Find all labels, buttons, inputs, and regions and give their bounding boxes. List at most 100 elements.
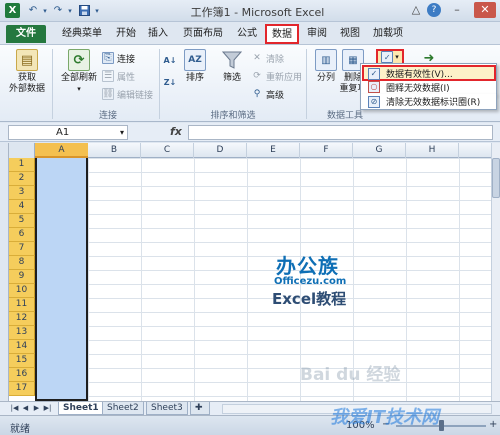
filter-label: 筛选: [222, 73, 241, 83]
customize-toolbar-icon[interactable]: ▾: [93, 3, 101, 18]
status-ready: 就绪: [10, 424, 30, 435]
menu-item-label: 数据有效性(V)...: [386, 70, 453, 80]
circle-invalid-icon: ○: [368, 81, 380, 93]
redo-dropdown-icon[interactable]: ▾: [66, 3, 74, 18]
insert-sheet-icon[interactable]: ✚: [190, 402, 210, 415]
column-header[interactable]: H: [406, 143, 459, 158]
tab-view[interactable]: 视图: [336, 25, 364, 43]
column-header-selected[interactable]: A: [35, 143, 88, 158]
sheet-tab-sheet1[interactable]: Sheet1: [58, 402, 104, 415]
row-header[interactable]: 4: [9, 200, 35, 214]
undo-dropdown-icon[interactable]: ▾: [41, 3, 49, 18]
refresh-dropdown-icon[interactable]: ▾: [77, 84, 81, 95]
row-header[interactable]: 14: [9, 340, 35, 354]
tab-add-ins[interactable]: 加载项: [369, 25, 407, 43]
menu-item-data-validation[interactable]: ✓ 数据有效性(V)...: [361, 66, 496, 81]
column-header[interactable]: B: [88, 143, 141, 158]
column-header[interactable]: D: [194, 143, 247, 158]
row-header[interactable]: 13: [9, 326, 35, 340]
tab-formulas[interactable]: 公式: [233, 25, 261, 43]
refresh-all-button[interactable]: ⟳ 全部刷新 ▾: [58, 49, 100, 95]
minimize-button[interactable]: –: [446, 2, 468, 18]
row-header[interactable]: 5: [9, 214, 35, 228]
menu-item-label: 圈释无效数据(I): [386, 83, 450, 94]
last-sheet-icon[interactable]: ▶|: [43, 403, 52, 414]
ribbon-collapse-icon[interactable]: △: [405, 2, 427, 18]
save-icon[interactable]: [78, 3, 90, 18]
vertical-scroll-thumb[interactable]: [492, 158, 500, 198]
zoom-slider-thumb[interactable]: [439, 420, 444, 431]
text-to-columns-icon: ▥: [315, 49, 337, 71]
help-icon[interactable]: ?: [427, 3, 441, 17]
zoom-in-icon[interactable]: +: [489, 419, 497, 430]
row-header[interactable]: 9: [9, 270, 35, 284]
prev-sheet-icon[interactable]: ◀: [21, 403, 30, 414]
tab-insert[interactable]: 插入: [144, 25, 172, 43]
worksheet-grid[interactable]: B C D E F G H A 1 2 3 4 5 6 7 8 9 10 11 …: [8, 143, 491, 401]
window-title: 工作簿1 - Microsoft Excel: [190, 6, 325, 19]
cells-area[interactable]: [35, 158, 491, 401]
formula-input[interactable]: [188, 125, 493, 140]
tab-file[interactable]: 文件: [6, 25, 46, 43]
excel-logo-icon: X: [5, 3, 20, 18]
filter-icon: [221, 49, 243, 71]
menu-item-clear-circles[interactable]: ⊘ 清除无效数据标识圈(R): [360, 94, 497, 110]
data-validation-icon: ✓: [368, 67, 380, 80]
reapply-button[interactable]: ⟳ 重新应用: [251, 69, 302, 83]
refresh-all-label: 全部刷新: [60, 73, 97, 83]
tab-data[interactable]: 数据: [265, 24, 299, 44]
redo-icon[interactable]: ↷: [52, 3, 64, 18]
column-header[interactable]: E: [247, 143, 300, 158]
tab-page-layout[interactable]: 页面布局: [178, 25, 228, 43]
row-header[interactable]: 7: [9, 242, 35, 256]
row-header[interactable]: 6: [9, 228, 35, 242]
filter-button[interactable]: 筛选: [218, 49, 246, 84]
undo-icon[interactable]: ↶: [27, 3, 39, 18]
tab-classic-menu[interactable]: 经典菜单: [57, 25, 107, 43]
close-button[interactable]: ✕: [474, 2, 496, 18]
clear-button[interactable]: ✕ 清除: [251, 51, 284, 65]
row-header[interactable]: 17: [9, 382, 35, 396]
next-sheet-icon[interactable]: ▶: [32, 403, 41, 414]
excel-window: X ↶ ▾ ↷ ▾ ▾ 工作簿1 - Microsoft Excel △ ? –…: [0, 0, 500, 435]
sort-za-button[interactable]: Z↓: [163, 75, 180, 89]
advanced-button[interactable]: ⚲ 高级: [251, 87, 284, 101]
get-external-data-button[interactable]: ▤ 获取 外部数据: [6, 49, 48, 95]
edit-links-button[interactable]: ⛓ 编辑链接: [102, 87, 153, 101]
row-header[interactable]: 1: [9, 158, 35, 172]
connections-icon: ⎘: [102, 52, 114, 64]
text-to-columns-button[interactable]: ▥ 分列: [312, 49, 340, 84]
menu-item-circle-invalid[interactable]: ○ 圈释无效数据(I): [361, 80, 496, 94]
sheet-tab-sheet2[interactable]: Sheet2: [102, 402, 144, 415]
sort-az-button[interactable]: A↓: [163, 53, 180, 67]
tab-home[interactable]: 开始: [112, 25, 140, 43]
sort-button[interactable]: AZ 排序: [182, 49, 208, 84]
name-box[interactable]: A1 ▾: [8, 125, 128, 140]
first-sheet-icon[interactable]: |◀: [10, 403, 19, 414]
insert-function-icon[interactable]: fx: [170, 125, 182, 138]
row-header[interactable]: 10: [9, 284, 35, 298]
column-header[interactable]: G: [353, 143, 406, 158]
row-header[interactable]: 2: [9, 172, 35, 186]
connections-button[interactable]: ⎘ 连接: [102, 51, 135, 65]
tab-review[interactable]: 审阅: [303, 25, 331, 43]
select-all-corner[interactable]: [9, 143, 35, 158]
refresh-icon: ⟳: [68, 49, 90, 71]
row-header[interactable]: 8: [9, 256, 35, 270]
row-header[interactable]: 12: [9, 312, 35, 326]
row-header[interactable]: 3: [9, 186, 35, 200]
column-header[interactable]: F: [300, 143, 353, 158]
data-validation-dropdown-icon[interactable]: ▾: [395, 53, 399, 61]
properties-button[interactable]: ☰ 属性: [102, 69, 135, 83]
name-box-dropdown-icon[interactable]: ▾: [120, 126, 124, 139]
row-header[interactable]: 15: [9, 354, 35, 368]
column-header[interactable]: C: [141, 143, 194, 158]
menu-item-label: 清除无效数据标识圈(R): [386, 98, 481, 108]
row-header[interactable]: 16: [9, 368, 35, 382]
ribbon-tabs: 文件 经典菜单 开始 插入 页面布局 公式 数据 审阅 视图 加载项: [0, 22, 500, 44]
sheet-tab-sheet3[interactable]: Sheet3: [146, 402, 188, 415]
sort-dialog-icon: AZ: [184, 49, 206, 71]
row-header[interactable]: 11: [9, 298, 35, 312]
vertical-scrollbar[interactable]: [491, 143, 500, 401]
selected-column-a[interactable]: [35, 158, 88, 401]
